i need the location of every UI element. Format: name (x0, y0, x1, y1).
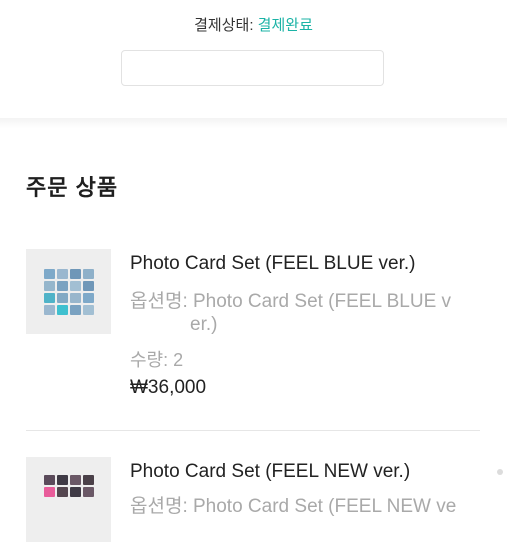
product-thumbnail[interactable] (26, 457, 111, 542)
payment-status-panel: 결제상태: 결제완료 (0, 0, 507, 118)
scroll-indicator (497, 469, 503, 475)
order-items-title: 주문 상품 (26, 175, 119, 200)
item-divider (26, 430, 480, 431)
photo-card-set-thumbnail-icon (44, 269, 94, 317)
product-thumbnail[interactable] (26, 249, 111, 334)
product-quantity: 수량: 2 (130, 350, 184, 370)
memo-input[interactable] (121, 50, 384, 86)
payment-status-label: 결제상태: (194, 17, 258, 34)
product-name[interactable]: Photo Card Set (FEEL NEW ver.) (130, 461, 410, 483)
product-option: 옵션명: Photo Card Set (FEEL BLUE v (130, 291, 452, 312)
product-price: ₩36,000 (130, 377, 207, 398)
product-option: 옵션명: Photo Card Set (FEEL NEW ve (130, 496, 457, 517)
photo-card-set-thumbnail-icon (44, 475, 94, 523)
product-option-continued: er.) (190, 314, 218, 335)
payment-status-value: 결제완료 (257, 17, 313, 34)
payment-status: 결제상태: 결제완료 (0, 14, 507, 35)
section-divider (0, 118, 507, 128)
product-name[interactable]: Photo Card Set (FEEL BLUE ver.) (130, 253, 415, 275)
